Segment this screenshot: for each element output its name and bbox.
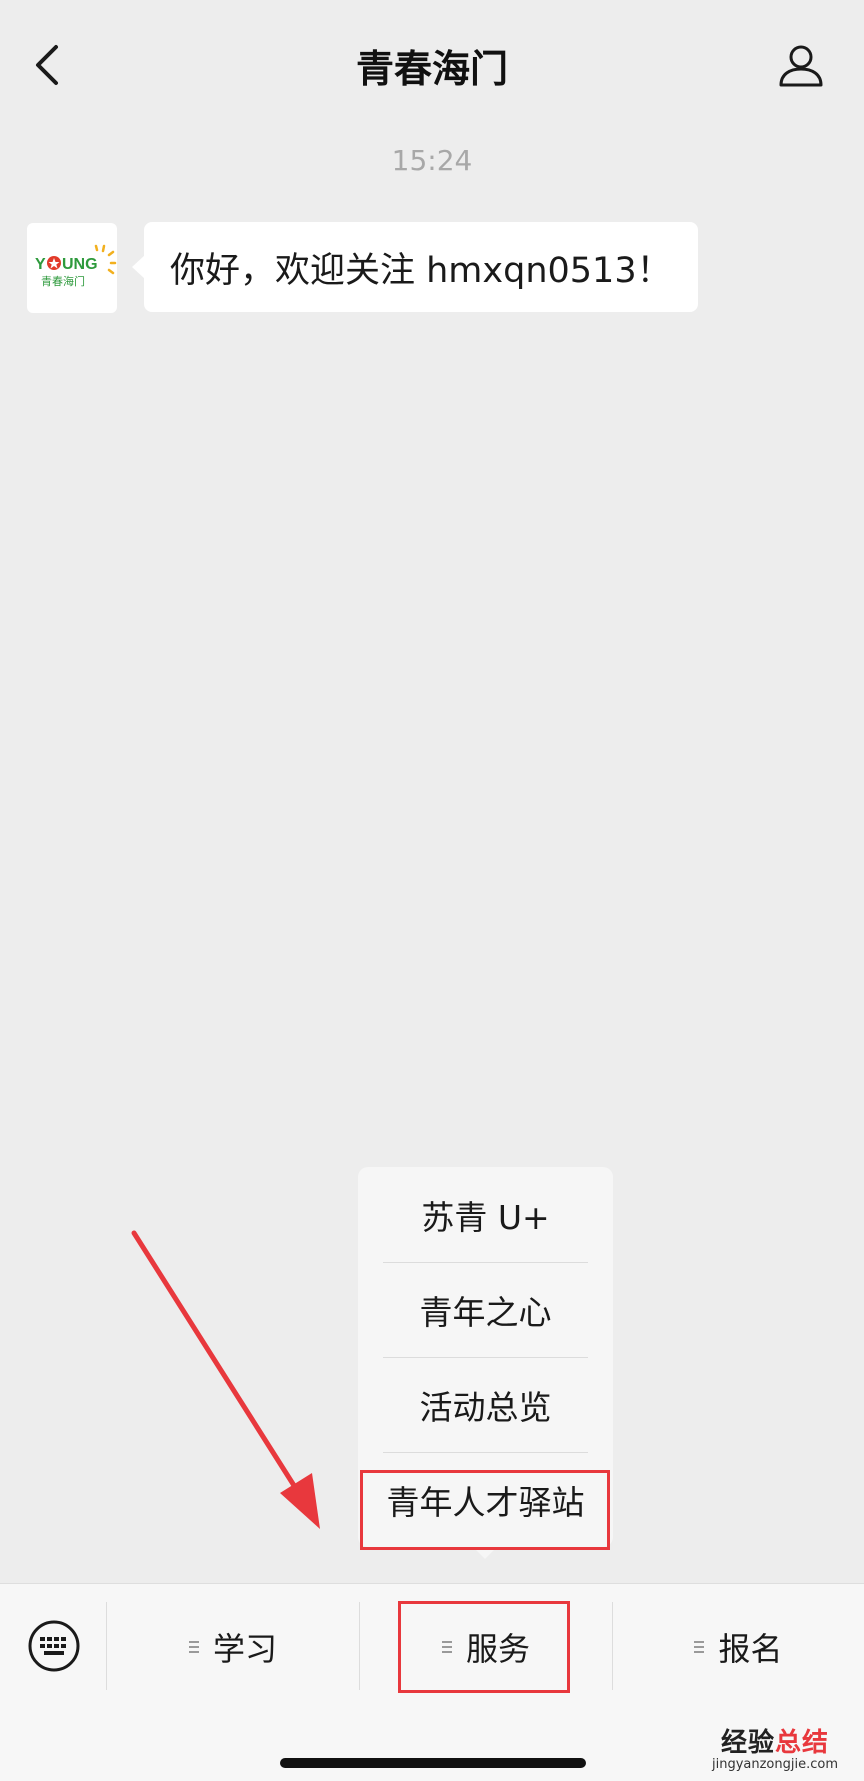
message-bubble: 你好，欢迎关注 hmxqn0513！ [132, 222, 698, 312]
message-timestamp: 15:24 [391, 144, 473, 177]
highlight-box-service [398, 1601, 570, 1693]
svg-text:Y: Y [35, 256, 46, 273]
profile-button[interactable] [776, 40, 826, 90]
keyboard-icon [28, 1620, 80, 1672]
submenu-item-activities[interactable]: 活动总览 [358, 1357, 613, 1452]
menu-button-signup[interactable]: 报名 [613, 1584, 864, 1709]
svg-text:UNG: UNG [62, 256, 98, 273]
submenu-item-youth-heart[interactable]: 青年之心 [358, 1262, 613, 1357]
account-avatar[interactable]: Y UNG 青春海门 [27, 223, 117, 313]
menu-button-study[interactable]: 学习 [107, 1584, 359, 1709]
svg-text:青春海门: 青春海门 [41, 274, 85, 288]
watermark: 经验总结 jingyanzongjie.com [711, 1728, 838, 1772]
highlight-box-talent-station [360, 1470, 610, 1550]
red-arrow-annotation [131, 1230, 320, 1529]
menu-lines-icon [188, 1638, 199, 1656]
nav-header: 青春海门 [0, 0, 864, 130]
person-icon [779, 45, 823, 87]
submenu-item-suqing[interactable]: 苏青 U+ [358, 1167, 613, 1262]
keyboard-toggle-button[interactable] [26, 1618, 82, 1674]
home-indicator[interactable] [280, 1758, 586, 1768]
young-logo: Y UNG 青春海门 [35, 244, 117, 288]
message-text: 你好，欢迎关注 hmxqn0513！ [170, 250, 672, 291]
menu-lines-icon [694, 1638, 705, 1656]
page-title: 青春海门 [355, 47, 508, 91]
